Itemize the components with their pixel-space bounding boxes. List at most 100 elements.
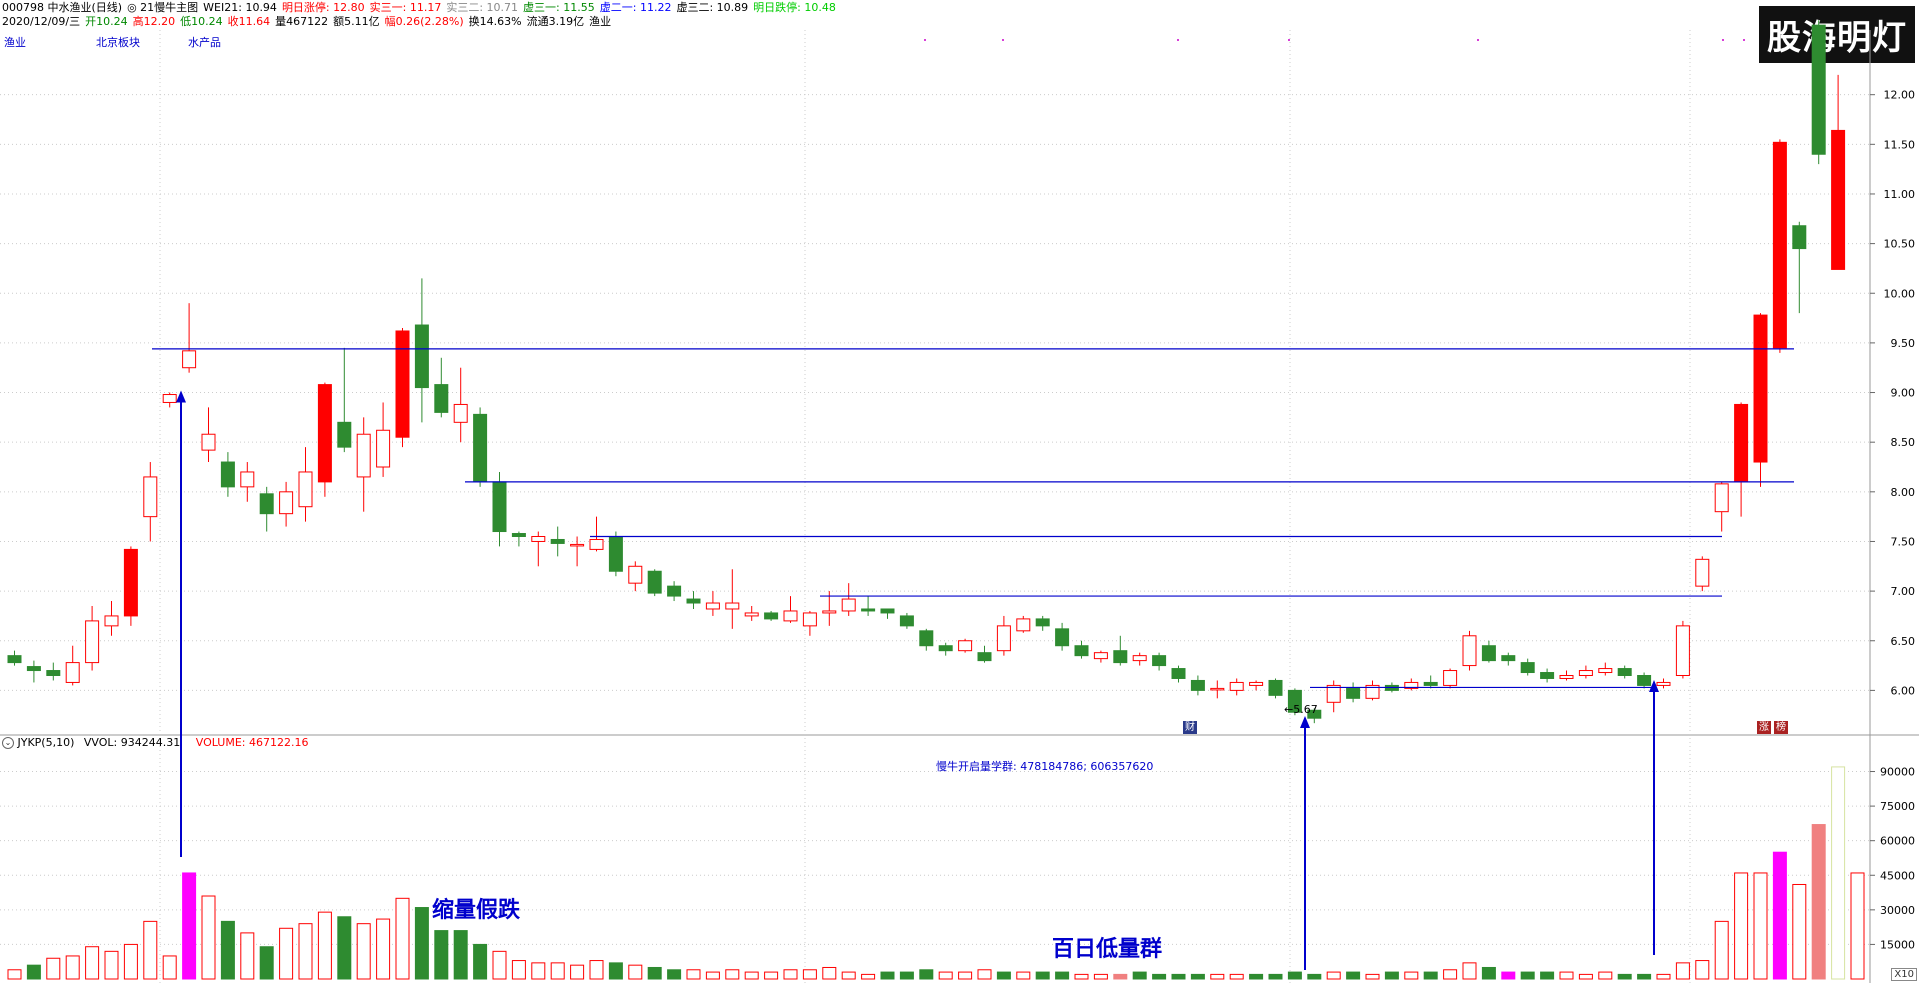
price-tick-label-1: 11.50 xyxy=(1884,138,1916,151)
volume-bar xyxy=(1520,971,1535,980)
volume-bar xyxy=(182,872,197,980)
volume-bar xyxy=(104,950,119,980)
badge-list[interactable]: 榜 xyxy=(1774,721,1788,734)
volume-bar xyxy=(919,969,934,980)
volume-bar xyxy=(1675,962,1690,980)
top-marker-4 xyxy=(1477,39,1479,41)
volume-bar xyxy=(65,955,80,980)
volume-bar xyxy=(1093,973,1108,980)
candle xyxy=(919,630,934,647)
top-marker-0 xyxy=(924,39,926,41)
volume-bar xyxy=(1695,960,1710,980)
volume-bar xyxy=(550,962,565,980)
candle xyxy=(1734,403,1749,483)
volume-bar xyxy=(1229,973,1244,980)
price-tick-label-8: 8.00 xyxy=(1891,486,1916,499)
volume-bar xyxy=(259,946,274,980)
candle xyxy=(570,543,585,547)
top-marker-1 xyxy=(1002,39,1004,41)
volume-bar xyxy=(1578,973,1593,980)
candle xyxy=(1714,483,1729,513)
volume-bar xyxy=(1171,973,1186,980)
candle xyxy=(46,670,61,676)
candle xyxy=(259,493,274,515)
candle xyxy=(123,548,138,617)
candle xyxy=(764,612,779,620)
price-tick-label-6: 9.00 xyxy=(1891,387,1916,400)
candle xyxy=(1481,645,1496,662)
candle xyxy=(143,476,158,518)
vol-tick-label-1: 75000 xyxy=(1880,800,1915,813)
candle xyxy=(1753,314,1768,463)
volume-bar xyxy=(1462,962,1477,980)
volume-bar xyxy=(1559,971,1574,980)
volume-bar xyxy=(1540,971,1555,980)
candle xyxy=(1190,679,1205,691)
volume-bar xyxy=(1346,971,1361,980)
volume-bar xyxy=(1617,973,1632,980)
volume-bar xyxy=(279,927,294,980)
price-tick-label-11: 6.50 xyxy=(1891,635,1916,648)
candle xyxy=(589,538,604,550)
volume-bar xyxy=(841,971,856,980)
volume-bar xyxy=(1190,973,1205,980)
volume-bar xyxy=(1210,973,1225,980)
candle xyxy=(434,384,449,413)
price-tick-label-10: 7.00 xyxy=(1891,585,1916,598)
candle xyxy=(1792,225,1807,250)
price-tick-label-12: 6.00 xyxy=(1891,684,1916,697)
candle xyxy=(376,429,391,468)
vol-tick-label-2: 60000 xyxy=(1880,835,1915,848)
volume-bar xyxy=(434,930,449,980)
candle xyxy=(298,471,313,508)
badge-finance[interactable]: 财 xyxy=(1183,721,1197,734)
badge-rise[interactable]: 涨 xyxy=(1757,721,1771,734)
volume-bar xyxy=(1113,973,1128,980)
top-marker-3 xyxy=(1288,39,1290,41)
candle xyxy=(1462,635,1477,667)
kline-chart[interactable]: 12.00 11.50 11.00 10.50 10.00 9.50 9.00 8.50 8.0… xyxy=(0,0,1919,983)
candle xyxy=(861,608,876,612)
indicator-toggle-icon[interactable]: ⌄ xyxy=(2,737,14,749)
candle xyxy=(686,598,701,604)
volume-bar xyxy=(647,966,662,980)
candle xyxy=(1811,24,1826,155)
candle xyxy=(414,324,429,389)
zoom-x10-button[interactable]: X10 xyxy=(1891,968,1917,981)
volume-bar xyxy=(1074,973,1089,980)
candle xyxy=(1772,141,1787,349)
group-note: 慢牛开启量学群: 478184786; 606357620 xyxy=(936,760,1154,773)
candle xyxy=(725,602,740,610)
price-tick-label-9: 7.50 xyxy=(1891,535,1916,548)
price-tick-label-5: 9.50 xyxy=(1891,337,1916,350)
volume-bar xyxy=(492,950,507,980)
candle xyxy=(647,570,662,594)
volume-bar xyxy=(1287,971,1302,980)
low-price-label: ←5.67 xyxy=(1284,703,1318,716)
volume-bar xyxy=(201,895,216,980)
volume-bar xyxy=(240,932,255,980)
volume-bar xyxy=(220,920,235,980)
indicator-vvol: VVOL: 934244.31 xyxy=(83,736,181,749)
volume-bar xyxy=(123,943,138,980)
volume-bar xyxy=(1637,973,1652,980)
indicator-name[interactable]: JYKP(5,10) xyxy=(18,736,75,749)
volume-bar xyxy=(880,971,895,980)
candle xyxy=(1016,618,1031,632)
volume-bar xyxy=(608,962,623,980)
volume-bar xyxy=(1753,872,1768,980)
candle xyxy=(1035,618,1050,627)
volume-bar xyxy=(1792,883,1807,980)
volume-bar xyxy=(705,971,720,980)
candle xyxy=(1501,655,1516,662)
volume-bar xyxy=(1365,973,1380,980)
candle xyxy=(7,655,22,664)
volume-bar xyxy=(744,971,759,980)
candle xyxy=(1695,558,1710,587)
candle xyxy=(1229,681,1244,691)
volume-bar xyxy=(1016,971,1031,980)
candle xyxy=(1423,681,1438,686)
candle xyxy=(395,330,410,438)
volume-bar xyxy=(511,960,526,980)
candle xyxy=(317,384,332,483)
